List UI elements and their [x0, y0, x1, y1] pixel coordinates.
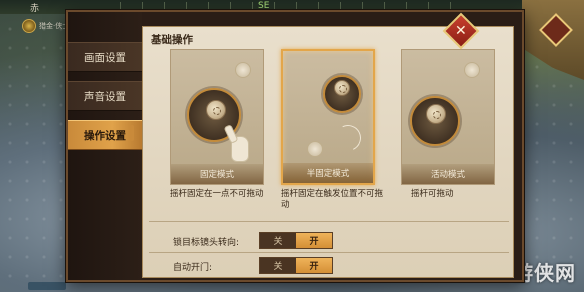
joystick-knob-icon — [334, 80, 350, 96]
player-name: 猎金·侠士 — [39, 22, 70, 30]
mode-description: 摇杆固定在一点不可拖动 — [170, 189, 264, 199]
drag-arc-icon — [331, 121, 365, 155]
hud-top-left-label: 赤 — [30, 4, 40, 14]
joystick-knob-icon — [426, 104, 446, 124]
mode-card-movable[interactable]: 活动模式 — [401, 49, 495, 185]
mode-card-semi-fixed[interactable]: 半固定模式 — [281, 49, 375, 185]
joystick-ring-icon — [410, 96, 460, 146]
section-title: 基础操作 — [151, 34, 193, 46]
ghost-touch-icon — [235, 62, 251, 78]
control-settings-panel: 基础操作 固定模式 摇杆固定在一点不可拖动 半固定模式 摇杆固定在触发位置不可拖… — [142, 26, 514, 278]
mode-caption: 固定模式 — [171, 164, 263, 184]
toggle-on-option[interactable]: 开 — [296, 258, 332, 273]
lock-target-camera-toggle: 关 开 — [259, 232, 333, 249]
ghost-touch-icon — [464, 62, 480, 78]
ghost-touch-icon — [307, 141, 323, 157]
mode-caption: 半固定模式 — [283, 163, 373, 183]
close-icon: ✕ — [455, 22, 467, 39]
mode-description: 摇杆固定在触发位置不可拖动 — [281, 189, 384, 210]
setting-label: 自动开门: — [173, 263, 213, 273]
toggle-off-option[interactable]: 关 — [260, 233, 296, 248]
emblem-diamond-icon — [539, 13, 573, 47]
joystick-knob-icon — [206, 100, 226, 120]
setting-row-auto-open-door: 自动开门: 关 开 — [143, 257, 513, 275]
setting-label: 锁目标镜头转向: — [173, 238, 240, 248]
tab-sound-settings[interactable]: 声音设置 — [68, 81, 142, 111]
settings-dialog: 画面设置 声音设置 操作设置 基础操作 固定模式 摇杆固定在一点不可拖动 半固定… — [66, 10, 524, 282]
divider — [149, 221, 509, 222]
toggle-off-option[interactable]: 关 — [260, 258, 296, 273]
setting-row-lock-target-camera: 锁目标镜头转向: 关 开 — [143, 232, 513, 250]
sidebar-active-marker — [130, 125, 134, 141]
tab-graphics-settings[interactable]: 画面设置 — [68, 42, 142, 72]
status-chip — [28, 282, 66, 290]
toggle-on-option[interactable]: 开 — [296, 233, 332, 248]
mode-card-fixed[interactable]: 固定模式 — [170, 49, 264, 185]
divider — [149, 252, 509, 253]
mode-caption: 活动模式 — [402, 164, 494, 184]
auto-open-door-toggle: 关 开 — [259, 257, 333, 274]
hand-pointer-icon — [231, 136, 249, 162]
settings-sidebar: 画面设置 声音设置 操作设置 — [68, 12, 142, 280]
joystick-ring-icon — [323, 75, 361, 113]
player-avatar-icon — [22, 19, 36, 33]
player-chip: 猎金·侠士 — [22, 18, 72, 34]
mode-description: 摇杆可拖动 — [411, 189, 454, 199]
